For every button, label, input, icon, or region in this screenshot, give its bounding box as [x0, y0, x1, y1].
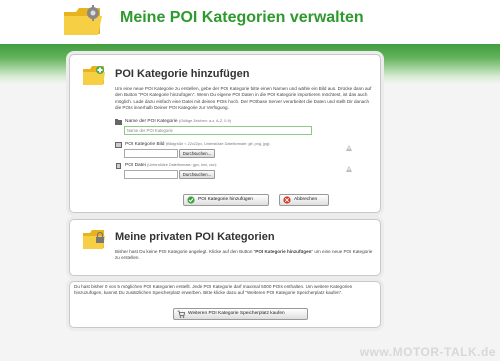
name-field-label: Name der POI Kategorie (Gültige Zeichen:…	[125, 119, 231, 124]
poi-file-browse-button[interactable]: Durchsuchen...	[179, 170, 215, 179]
cart-icon	[177, 310, 185, 318]
folder-settings-icon	[64, 5, 102, 35]
poi-file-input[interactable]	[124, 170, 178, 179]
folder-add-icon	[83, 66, 105, 85]
help-icon[interactable]	[345, 165, 353, 173]
private-panel-text: Bisher hast Du keine POI Kategorie angel…	[115, 249, 373, 261]
page-title: Meine POI Kategorien verwalten	[120, 9, 364, 26]
poi-file-field-label: POI Datei (Unterstütze Dateiformate: gpx…	[125, 163, 217, 168]
category-name-input[interactable]: Name der POI Kategorie	[124, 126, 312, 135]
image-file-input[interactable]	[124, 149, 178, 158]
image-icon	[115, 142, 122, 148]
add-panel-title: POI Kategorie hinzufügen	[115, 68, 250, 80]
private-panel-title: Meine privaten POI Kategorien	[115, 231, 275, 243]
folder-private-icon	[83, 230, 105, 249]
add-category-button[interactable]: POI Kategorie hinzufügen	[183, 194, 269, 206]
file-icon	[116, 163, 121, 169]
buy-storage-button[interactable]: Weiteren POI Kategorie Speicherplatz kau…	[173, 308, 308, 320]
watermark: www.MOTOR-TALK.de	[359, 345, 496, 359]
cancel-icon	[283, 196, 291, 204]
check-icon	[187, 196, 195, 204]
page-header: Meine POI Kategorien verwalten	[0, 0, 500, 44]
add-category-panel: POI Kategorie hinzufügen Um eine neue PO…	[69, 54, 381, 213]
cancel-button[interactable]: Abbrechen	[279, 194, 329, 206]
storage-info-text: Du hast bisher 0 von 5 möglichen POI Kat…	[74, 284, 353, 296]
image-field-label: POI Kategorie Bild (Bildgröße < 22x22px,…	[125, 142, 271, 147]
image-browse-button[interactable]: Durchsuchen...	[179, 149, 215, 158]
storage-info-panel: Du hast bisher 0 von 5 möglichen POI Kat…	[69, 281, 381, 328]
private-categories-panel: Meine privaten POI Kategorien Bisher has…	[69, 219, 381, 276]
folder-small-icon	[115, 119, 122, 125]
add-panel-intro: Um eine neue POI Kategorie zu erstellen,…	[115, 86, 372, 111]
help-icon[interactable]	[345, 144, 353, 152]
